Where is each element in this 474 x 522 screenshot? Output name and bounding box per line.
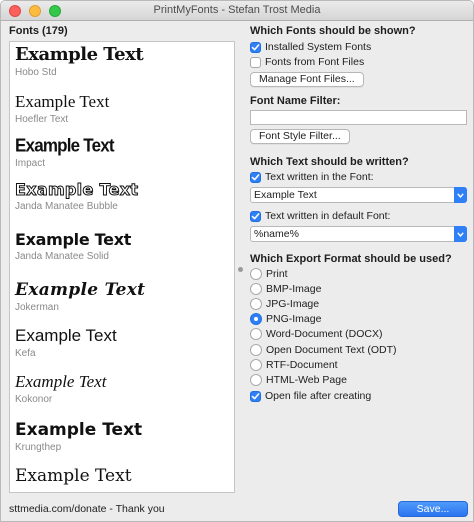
font-files-label: Fonts from Font Files <box>265 56 365 68</box>
manage-font-files-button[interactable]: Manage Font Files... <box>250 72 364 87</box>
font-sample-text: Example Text <box>15 420 143 440</box>
font-sample-text: Example Text <box>15 466 132 486</box>
text-default-font-combobox[interactable]: %name% <box>250 226 467 242</box>
list-item[interactable]: Example Text Hobo Std <box>15 44 144 78</box>
radio-button <box>250 344 262 356</box>
text-heading: Which Text should be written? <box>250 156 409 168</box>
font-name: Hobo Std <box>15 67 57 78</box>
radio-jpg-image[interactable]: JPG-Image <box>250 297 319 311</box>
list-item[interactable]: Example Text Hoefler Text <box>15 92 109 125</box>
font-name: Janda Manatee Bubble <box>15 201 118 212</box>
list-item[interactable]: Example Text Krungthep <box>15 420 142 453</box>
checkmark-icon <box>250 41 261 53</box>
font-name: Janda Manatee Solid <box>15 251 109 262</box>
save-button[interactable]: Save... <box>398 501 468 517</box>
donate-link[interactable]: sttmedia.com/donate - Thank you <box>9 503 165 515</box>
chevron-down-icon[interactable] <box>454 226 467 242</box>
radio-odt[interactable]: Open Document Text (ODT) <box>250 343 397 357</box>
text-in-font-value: Example Text <box>254 189 317 201</box>
radio-button <box>250 298 262 310</box>
font-style-filter-button[interactable]: Font Style Filter... <box>250 129 350 144</box>
window-title: PrintMyFonts - Stefan Trost Media <box>153 4 321 16</box>
radio-label: BMP-Image <box>266 283 322 295</box>
checkmark-icon <box>250 390 261 402</box>
font-list[interactable]: Example Text Hobo Std Example Text Hoefl… <box>9 41 235 493</box>
radio-label: Word-Document (DOCX) <box>266 328 383 340</box>
radio-button <box>250 328 262 340</box>
text-in-font-combobox[interactable]: Example Text <box>250 187 467 203</box>
font-name: Impact <box>15 158 46 169</box>
export-format-heading: Which Export Format should be used? <box>250 253 452 265</box>
chevron-down-icon[interactable] <box>454 187 467 203</box>
checkbox-box <box>250 56 261 68</box>
radio-button <box>250 283 262 295</box>
text-default-font-label: Text written in default Font: <box>265 210 391 222</box>
text-in-font-label: Text written in the Font: <box>265 171 374 183</box>
text-default-font-checkbox[interactable]: Text written in default Font: <box>250 209 390 223</box>
radio-button <box>250 359 262 371</box>
list-item[interactable]: Example Text <box>15 466 132 488</box>
font-name-filter-heading: Font Name Filter: <box>250 95 341 107</box>
text-in-font-checkbox[interactable]: Text written in the Font: <box>250 170 374 184</box>
radio-print[interactable]: Print <box>250 267 288 281</box>
radio-label: Open Document Text (ODT) <box>266 344 397 356</box>
radio-button-selected <box>250 313 262 325</box>
radio-button <box>250 268 262 280</box>
font-sample-text: Example Text <box>14 180 139 200</box>
list-item[interactable]: Example Text Janda Manatee Bubble <box>14 180 139 213</box>
font-sample-text: Example Text <box>15 280 146 300</box>
radio-rtf-document[interactable]: RTF-Document <box>250 358 338 372</box>
installed-fonts-checkbox[interactable]: Installed System Fonts <box>250 40 371 54</box>
radio-label: PNG-Image <box>266 313 322 325</box>
checkmark-icon <box>250 171 261 183</box>
font-sample-text: Example Text <box>15 230 132 249</box>
list-item[interactable]: Example Text Impact <box>15 135 115 169</box>
splitter-handle[interactable] <box>238 267 243 272</box>
list-item[interactable]: Example Text Janda Manatee Solid <box>15 230 131 262</box>
text-default-font-value: %name% <box>254 228 299 240</box>
app-window: PrintMyFonts - Stefan Trost Media Fonts … <box>0 0 474 522</box>
radio-html-web-page[interactable]: HTML-Web Page <box>250 373 347 387</box>
font-sample-text: Example Text <box>15 92 110 111</box>
font-sample-text: Example Text <box>15 326 117 345</box>
open-after-creating-label: Open file after creating <box>265 390 372 402</box>
font-sample-text: Example Text <box>15 135 115 156</box>
font-name-filter-input[interactable] <box>250 110 467 125</box>
radio-png-image[interactable]: PNG-Image <box>250 312 321 326</box>
radio-word-document[interactable]: Word-Document (DOCX) <box>250 327 383 341</box>
font-name: Krungthep <box>15 442 62 453</box>
radio-label: JPG-Image <box>266 298 320 310</box>
font-list-heading: Fonts (179) <box>9 25 68 37</box>
list-item[interactable]: Example Text Kefa <box>15 326 117 359</box>
list-item[interactable]: Example Text Kokonor <box>15 372 106 405</box>
title-bar[interactable]: PrintMyFonts - Stefan Trost Media <box>1 1 473 21</box>
radio-bmp-image[interactable]: BMP-Image <box>250 282 321 296</box>
font-name: Jokerman <box>15 302 59 313</box>
font-name: Hoefler Text <box>15 114 69 125</box>
font-files-checkbox[interactable]: Fonts from Font Files <box>250 55 364 69</box>
radio-button <box>250 374 262 386</box>
installed-fonts-label: Installed System Fonts <box>265 41 372 53</box>
font-sample-text: Example Text <box>15 44 144 65</box>
checkmark-icon <box>250 210 261 222</box>
radio-label: HTML-Web Page <box>266 374 347 386</box>
font-sample-text: Example Text <box>15 372 107 391</box>
font-name: Kokonor <box>15 394 53 405</box>
font-name: Kefa <box>15 348 36 359</box>
list-item[interactable]: Example Text Jokerman <box>15 280 145 313</box>
open-after-creating-checkbox[interactable]: Open file after creating <box>250 389 371 403</box>
radio-label: Print <box>266 268 288 280</box>
fonts-shown-heading: Which Fonts should be shown? <box>250 25 416 37</box>
radio-label: RTF-Document <box>266 359 338 371</box>
